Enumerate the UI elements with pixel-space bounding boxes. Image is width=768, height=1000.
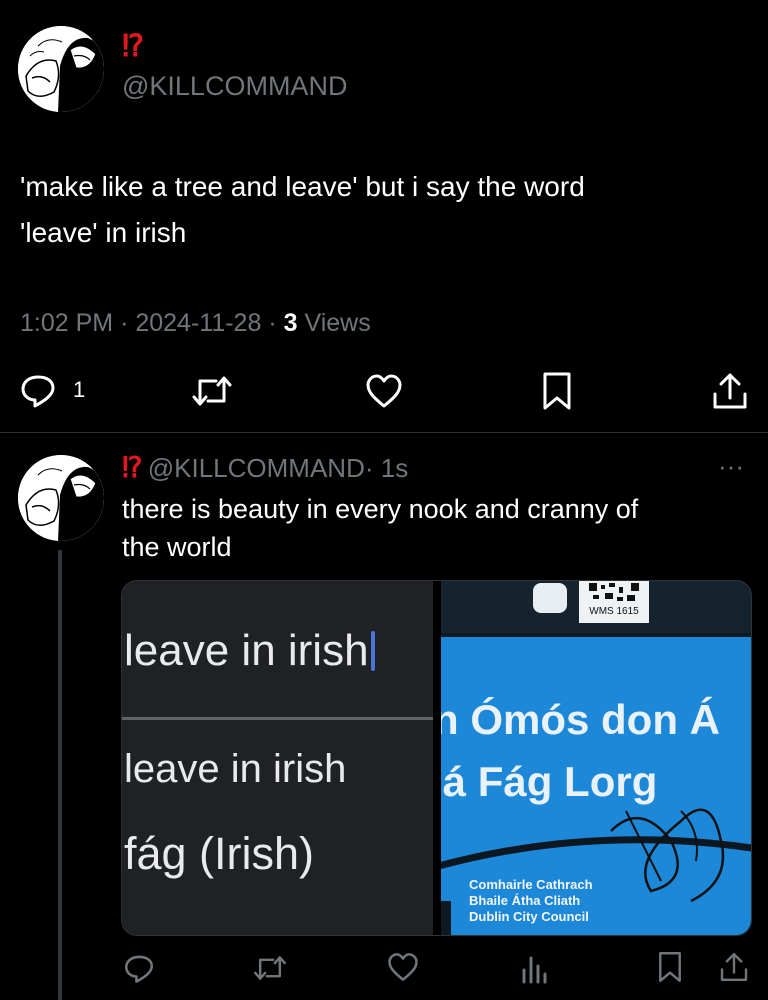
council-text: Comhairle Cathrach Bhaile Átha Cliath Du… (469, 877, 593, 925)
bookmark-icon[interactable] (656, 950, 684, 984)
search-result: fág (Irish) (124, 828, 315, 879)
avatar[interactable] (18, 26, 104, 112)
analytics-icon[interactable] (520, 952, 550, 984)
media-image-search[interactable]: leave in irish leave in irish fág (Irish… (122, 581, 433, 935)
media-gap (433, 581, 441, 935)
divider (0, 432, 768, 433)
views-count[interactable]: 3 (284, 309, 298, 337)
tweet-text-line1: 'make like a tree and leave' but i say t… (20, 171, 585, 202)
share-icon[interactable] (718, 950, 750, 984)
search-divider (122, 717, 433, 720)
tweet-time[interactable]: 1:02 PM (20, 309, 113, 337)
views-label[interactable]: Views (304, 309, 370, 337)
tweet-text-line1: there is beauty in every nook and cranny… (122, 494, 639, 524)
reply-icon[interactable] (18, 370, 58, 410)
like-icon[interactable] (364, 372, 404, 410)
meta-separator: · (268, 309, 277, 337)
reply-count[interactable]: 1 (73, 377, 85, 403)
more-options-button[interactable]: ··· (718, 450, 744, 482)
retweet-icon[interactable] (190, 371, 234, 411)
tweet-text-line2: 'leave' in irish (20, 217, 187, 248)
share-icon[interactable] (710, 370, 750, 412)
media-grid[interactable]: leave in irish leave in irish fág (Irish… (121, 580, 752, 936)
tweet-date[interactable]: 2024-11-28 (135, 309, 261, 337)
search-query: leave in irish (124, 625, 375, 677)
council-line3: Dublin City Council (469, 909, 589, 924)
user-handle[interactable]: @KILLCOMMAND (148, 453, 365, 483)
meta-separator: · (120, 309, 129, 337)
tweet-text: there is beauty in every nook and cranny… (122, 490, 638, 566)
search-suggestion: leave in irish (124, 747, 347, 791)
time-ago[interactable]: · 1s (365, 453, 408, 483)
council-line2: Bhaile Átha Cliath (469, 893, 581, 908)
user-handle[interactable]: @KILLCOMMAND (122, 70, 347, 102)
thread-line (58, 550, 62, 1000)
display-name[interactable]: ⁉ (122, 30, 144, 64)
avatar-artwork (18, 26, 104, 112)
reply-header: ⁉ @KILLCOMMAND· 1s (122, 452, 408, 484)
tweet-text: 'make like a tree and leave' but i say t… (20, 164, 585, 256)
council-line1: Comhairle Cathrach (469, 877, 593, 892)
search-query-text: leave in irish (124, 626, 369, 675)
tweet-meta: 1:02 PM · 2024-11-28 · 3 Views (20, 308, 371, 338)
text-cursor (370, 631, 375, 671)
display-name[interactable]: ⁉ (122, 452, 142, 483)
avatar-artwork (18, 455, 104, 541)
media-image-sign[interactable]: WMS 1615 n Ómós don Á lá Fág Lorg Comhai… (441, 581, 751, 935)
tweet-text-line2: the world (122, 532, 232, 562)
like-icon[interactable] (386, 951, 420, 983)
avatar[interactable] (18, 455, 104, 541)
reply-icon[interactable] (122, 951, 156, 985)
bookmark-icon[interactable] (540, 370, 574, 412)
retweet-icon[interactable] (252, 951, 288, 985)
